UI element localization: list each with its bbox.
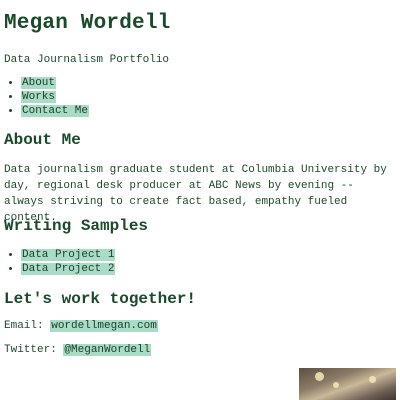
nav-link-contact[interactable]: Contact Me (21, 105, 90, 117)
sample-link-2[interactable]: Data Project 2 (21, 263, 116, 275)
nav-item-contact: Contact Me (21, 104, 90, 118)
contact-heading: Let's work together! (4, 290, 197, 308)
photo-light-spot (333, 382, 339, 388)
email-label: Email: (4, 320, 44, 332)
photo-light-spot (369, 376, 376, 383)
email-link[interactable]: wordellmegan.com (50, 320, 158, 332)
nav-item-works: Works (21, 90, 89, 104)
samples-list: Data Project 1 Data Project 2 (4, 248, 116, 276)
sample-link-1[interactable]: Data Project 1 (21, 249, 116, 261)
sample-item-1: Data Project 1 (21, 248, 116, 262)
nav-link-about[interactable]: About (21, 77, 57, 89)
writing-samples-heading: Writing Samples (4, 217, 149, 235)
twitter-label: Twitter: (4, 344, 57, 356)
nav-item-about: About (21, 76, 89, 90)
nav-link-works[interactable]: Works (21, 91, 57, 103)
twitter-link[interactable]: @MeganWordell (63, 344, 152, 356)
twitter-line: Twitter: @MeganWordell (4, 344, 152, 356)
about-heading: About Me (4, 131, 81, 149)
page-subtitle: Data Journalism Portfolio (4, 54, 170, 66)
photo-light-spot (315, 372, 324, 381)
page-title: Megan Wordell (4, 12, 171, 35)
nav-list: About Works Contact Me (4, 76, 90, 118)
email-line: Email: wordellmegan.com (4, 320, 158, 332)
profile-photo (299, 368, 396, 400)
sample-item-2: Data Project 2 (21, 262, 116, 276)
